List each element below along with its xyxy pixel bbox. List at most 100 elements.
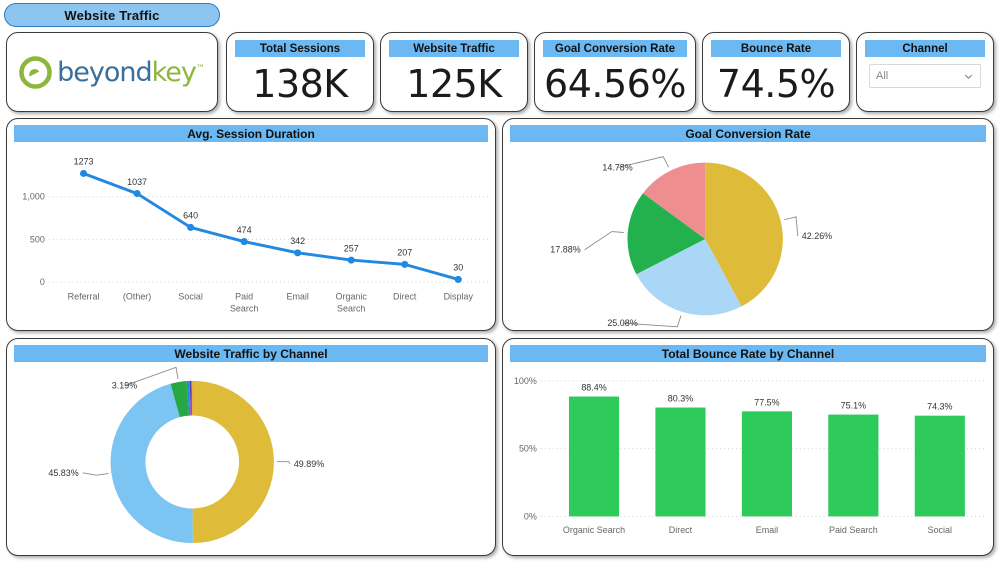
x-tick-label: Paid xyxy=(235,292,253,302)
page-tab-label: Website Traffic xyxy=(64,7,160,23)
data-label: 88.4% xyxy=(581,383,606,393)
donut-data-label: 45.83% xyxy=(48,468,78,478)
donut-chart-body: 49.89% 45.83% 3.19% xyxy=(7,365,495,553)
y-axis-ticks: 0% 50% 100% xyxy=(514,376,537,522)
data-point[interactable] xyxy=(187,223,195,231)
data-labels: 1273 1037 640 474 342 257 207 30 xyxy=(74,157,464,273)
data-point[interactable] xyxy=(294,249,302,257)
pie-data-label: 25.08% xyxy=(607,318,637,328)
data-point[interactable] xyxy=(401,260,409,268)
bar[interactable] xyxy=(655,407,706,517)
data-label: 30 xyxy=(453,263,463,273)
y-tick-label: 50% xyxy=(519,444,537,454)
x-tick-label: Social xyxy=(178,292,202,302)
pie-chart-body: 42.26% 25.08% 17.88% 14.78% xyxy=(503,145,993,328)
data-label: 1037 xyxy=(127,177,147,187)
bar[interactable] xyxy=(914,415,965,517)
chevron-down-icon[interactable] xyxy=(963,71,974,82)
x-tick-label: Search xyxy=(337,303,365,313)
pie-data-label: 42.26% xyxy=(802,231,832,241)
pie-data-label: 17.88% xyxy=(550,245,580,255)
brand-name-part2: key xyxy=(151,56,197,88)
panel-title: Total Bounce Rate by Channel xyxy=(510,345,986,362)
donut-chart: 49.89% 45.83% 3.19% xyxy=(48,366,324,544)
focus-mode-icon[interactable] xyxy=(972,118,985,123)
panel-header-icons[interactable] xyxy=(955,118,985,123)
dashboard-page: Website Traffic beyondkey™ Total Session… xyxy=(0,0,1000,562)
slicer-channel[interactable]: Channel All xyxy=(856,32,994,112)
data-label: 257 xyxy=(344,243,359,253)
brand-wordmark: beyondkey™ xyxy=(57,57,205,88)
data-labels: 88.4% 80.3% 77.5% 75.1% 74.3% xyxy=(581,383,952,412)
slicer-selected-value: All xyxy=(876,70,889,82)
page-tab-website-traffic[interactable]: Website Traffic xyxy=(4,3,220,27)
kpi-title: Goal Conversion Rate xyxy=(543,40,687,57)
y-tick-label: 0 xyxy=(40,277,45,287)
panel-title: Website Traffic by Channel xyxy=(14,345,488,362)
filter-icon[interactable] xyxy=(955,118,968,123)
data-point[interactable] xyxy=(79,169,88,177)
trademark-symbol: ™ xyxy=(195,63,205,74)
data-points[interactable] xyxy=(79,169,462,283)
kpi-card-website-traffic: Website Traffic 125K xyxy=(380,32,528,112)
slicer-title: Channel xyxy=(865,40,985,57)
data-label: 207 xyxy=(397,248,412,258)
panel-total-bounce-rate-by-channel: Total Bounce Rate by Channel 0% 50% 100% 8… xyxy=(502,338,994,556)
x-tick-label: Direct xyxy=(393,292,417,302)
y-tick-label: 1,000 xyxy=(22,192,44,202)
kpi-title: Bounce Rate xyxy=(711,40,841,57)
kpi-card-total-sessions: Total Sessions 138K xyxy=(226,32,374,112)
x-tick-label: Paid Search xyxy=(829,525,878,535)
x-tick-label: Display xyxy=(444,292,474,302)
panel-goal-conversion-rate: Goal Conversion Rate 42.26% 25.08% 17.88% 1… xyxy=(502,118,994,331)
panel-title: Avg. Session Duration xyxy=(14,125,488,142)
data-point[interactable] xyxy=(347,256,355,264)
donut-data-label: 3.19% xyxy=(112,381,137,391)
slicer-dropdown[interactable]: All xyxy=(869,64,981,88)
kpi-value: 64.56% xyxy=(544,61,686,106)
line-chart: 0 500 1,000 1273 1037 640 474 342 257 207 30 Refe… xyxy=(22,157,491,313)
data-label: 342 xyxy=(290,236,305,246)
kpi-card-goal-conversion-rate: Goal Conversion Rate 64.56% xyxy=(534,32,696,112)
donut-slices[interactable] xyxy=(110,380,274,544)
kpi-title: Website Traffic xyxy=(389,40,519,57)
panel-website-traffic-by-channel: Website Traffic by Channel 49.89% 45.83% 3… xyxy=(6,338,496,556)
data-label: 75.1% xyxy=(841,401,866,411)
kpi-card-bounce-rate: Bounce Rate 74.5% xyxy=(702,32,850,112)
bar-chart-body: 0% 50% 100% 88.4% 80.3% 77.5% 75.1% 74.3% Orga… xyxy=(503,365,993,553)
data-point[interactable] xyxy=(240,238,248,246)
x-tick-label: Organic xyxy=(336,292,368,302)
bar-chart: 0% 50% 100% 88.4% 80.3% 77.5% 75.1% 74.3% Orga… xyxy=(514,376,988,535)
bars[interactable] xyxy=(568,396,965,517)
data-label: 640 xyxy=(183,211,198,221)
x-axis-categories: Organic Search Direct Email Paid Search Soci… xyxy=(563,525,952,535)
x-tick-label: Email xyxy=(286,292,308,302)
x-tick-label: Direct xyxy=(669,525,693,535)
panel-avg-session-duration: Avg. Session Duration 0 500 1,000 1273 1037… xyxy=(6,118,496,331)
bar[interactable] xyxy=(828,414,879,517)
y-axis-ticks: 0 500 1,000 xyxy=(22,192,44,287)
brand-logo: beyondkey™ xyxy=(7,33,217,111)
kpi-value: 125K xyxy=(406,61,502,106)
line-chart-body: 0 500 1,000 1273 1037 640 474 342 257 207 30 Refe… xyxy=(7,145,495,328)
x-tick-label: (Other) xyxy=(123,292,151,302)
kpi-value: 74.5% xyxy=(716,61,836,106)
data-point[interactable] xyxy=(454,275,462,283)
y-tick-label: 0% xyxy=(524,511,537,521)
data-label: 77.5% xyxy=(754,397,779,407)
pie-data-label: 14.78% xyxy=(602,163,632,173)
data-point[interactable] xyxy=(133,190,141,198)
bar[interactable] xyxy=(741,411,792,517)
bar[interactable] xyxy=(568,396,620,517)
x-tick-label: Social xyxy=(928,525,952,535)
y-tick-label: 500 xyxy=(30,234,45,244)
data-label: 1273 xyxy=(74,157,94,167)
beyondkey-mark-icon xyxy=(19,55,52,89)
x-tick-label: Search xyxy=(230,303,258,313)
x-tick-label: Email xyxy=(756,525,778,535)
kpi-title: Total Sessions xyxy=(235,40,365,57)
donut-slice[interactable] xyxy=(192,380,274,544)
pie-slices[interactable] xyxy=(627,162,783,316)
data-label: 80.3% xyxy=(668,394,693,404)
logo-card: beyondkey™ xyxy=(6,32,218,112)
